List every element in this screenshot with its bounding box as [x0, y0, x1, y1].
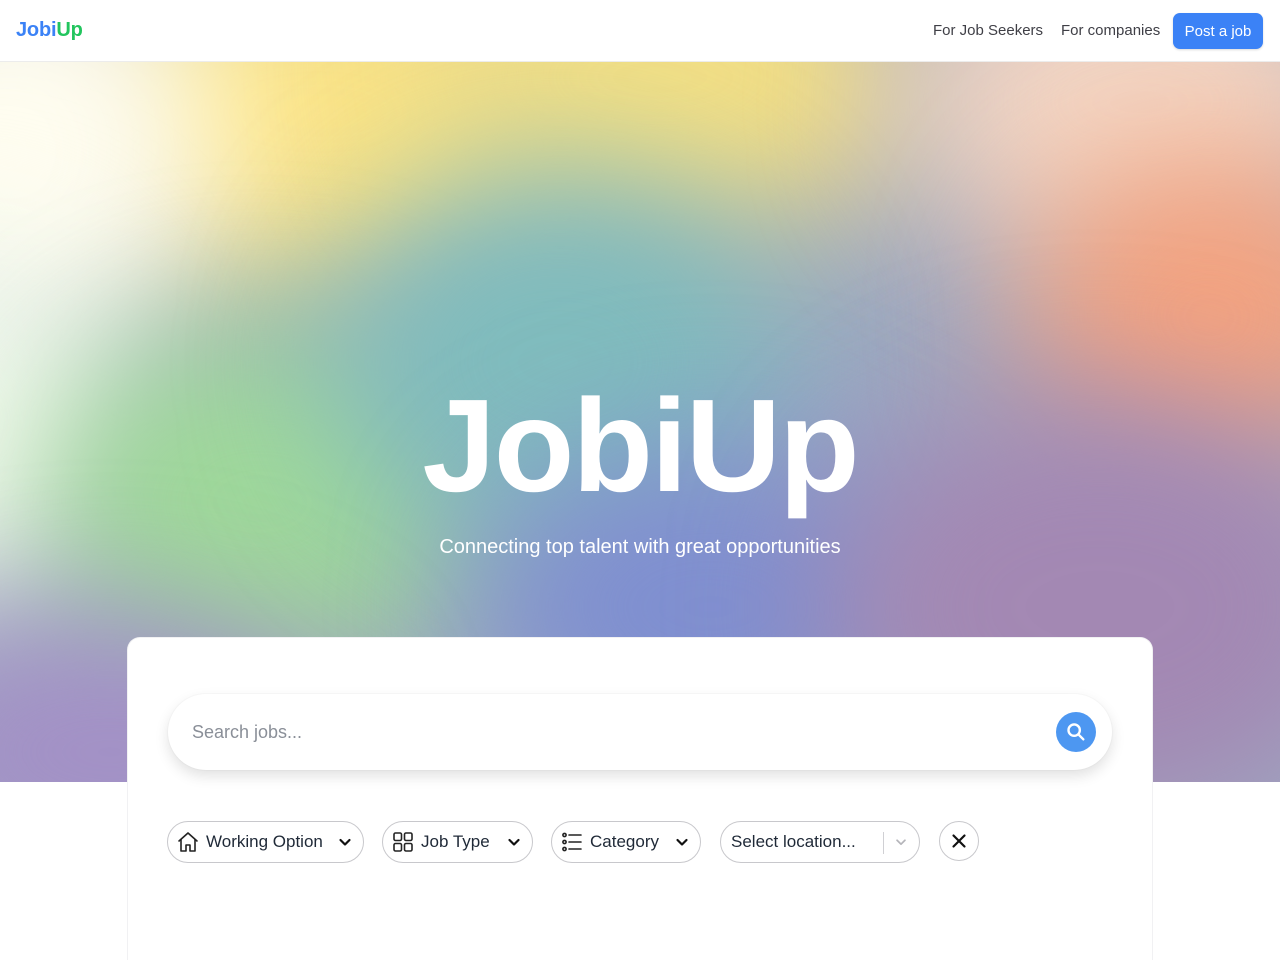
search-bar: [168, 694, 1112, 770]
hero-subtitle: Connecting top talent with great opportu…: [439, 536, 841, 558]
location-select[interactable]: Select location...: [720, 821, 920, 863]
post-job-button[interactable]: Post a job: [1173, 13, 1263, 49]
page: JobiUp For Job Seekers For companies Pos…: [0, 0, 1280, 960]
logo-part-jobi: Jobi: [16, 19, 57, 41]
home-icon: [176, 830, 200, 854]
working-option-select[interactable]: Working Option: [167, 821, 364, 863]
hero-title: JobiUp: [422, 372, 859, 519]
nav-link-companies[interactable]: For companies: [1061, 22, 1160, 39]
nav-link-job-seekers[interactable]: For Job Seekers: [933, 22, 1043, 39]
location-placeholder: Select location...: [731, 832, 856, 851]
top-navbar: JobiUp For Job Seekers For companies Pos…: [0, 0, 1280, 62]
search-card: Working Option Job Type: [128, 638, 1152, 960]
list-icon: [560, 830, 584, 854]
category-label: Category: [590, 832, 659, 851]
working-option-label: Working Option: [206, 832, 323, 851]
chevron-down-icon[interactable]: [891, 832, 911, 852]
job-type-label: Job Type: [421, 832, 490, 851]
clear-filters-button[interactable]: [939, 821, 979, 861]
category-select[interactable]: Category: [551, 821, 701, 863]
logo-part-up: Up: [56, 19, 83, 41]
search-icon: [1065, 721, 1087, 743]
search-button[interactable]: [1056, 712, 1096, 752]
grid-icon: [391, 830, 415, 854]
search-input[interactable]: [192, 718, 1012, 746]
job-type-select[interactable]: Job Type: [382, 821, 533, 863]
location-separator: [883, 832, 884, 854]
chevron-down-icon: [504, 832, 524, 852]
chevron-down-icon: [335, 832, 355, 852]
logo[interactable]: JobiUp: [16, 19, 83, 42]
close-icon: [951, 833, 967, 849]
chevron-down-icon: [672, 832, 692, 852]
